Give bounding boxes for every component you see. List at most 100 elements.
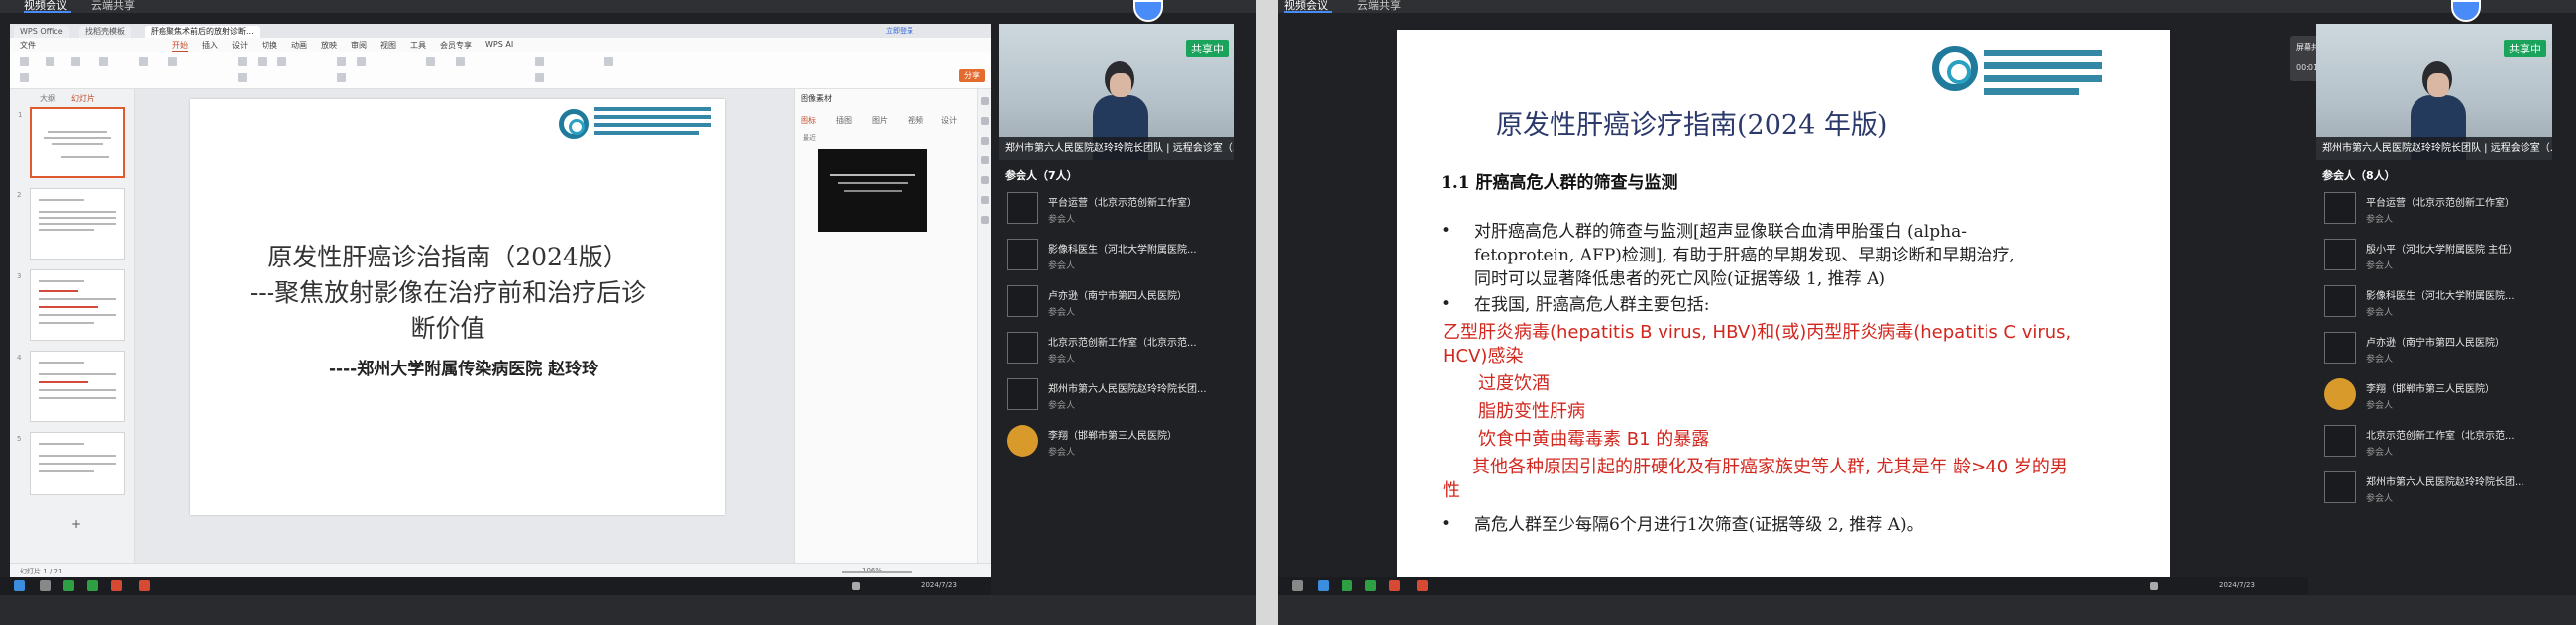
wechat-icon[interactable]: [87, 580, 98, 591]
participant-row[interactable]: 李翔（邯郸市第三人民医院） 参会人: [2316, 372, 2552, 419]
new-icon[interactable]: [20, 57, 29, 66]
slide-thumbnail-4[interactable]: 4: [17, 351, 125, 422]
underline-icon[interactable]: [277, 57, 286, 66]
windows-start-icon[interactable]: [1292, 580, 1303, 591]
format-painter-icon[interactable]: [99, 57, 108, 66]
tab-slides[interactable]: 幻灯片: [71, 93, 95, 104]
new-slide-icon[interactable]: [139, 57, 148, 66]
windows-start-icon[interactable]: [14, 580, 25, 591]
hospital-logo-text: [1984, 50, 2102, 101]
rail-tool-icon[interactable]: [981, 137, 989, 145]
search-icon[interactable]: [40, 580, 51, 591]
participant-row[interactable]: 平台运营（北京示范创新工作室） 参会人: [2316, 186, 2552, 233]
network-icon[interactable]: [852, 582, 860, 590]
wps-ppt-icon[interactable]: [139, 580, 150, 591]
copy-icon[interactable]: [71, 57, 80, 66]
participant-row[interactable]: 卢亦逊（南宁市第四人民医院） 参会人: [2316, 326, 2552, 372]
menu-tools[interactable]: 工具: [410, 40, 426, 51]
undo-icon[interactable]: [20, 73, 29, 82]
rail-tool-icon[interactable]: [981, 196, 989, 204]
arrange-icon[interactable]: [535, 73, 544, 82]
share-status-button[interactable]: [2451, 0, 2481, 22]
sharing-badge: 共享中: [2504, 40, 2546, 57]
menu-view[interactable]: 视图: [380, 40, 396, 51]
slide-thumbnail-3[interactable]: 3: [17, 269, 125, 341]
participant-row[interactable]: 北京示范创新工作室（北京示范... 参会人: [999, 326, 1234, 372]
wps-ppt-icon[interactable]: [1417, 580, 1428, 591]
slide-thumbnail-1[interactable]: 1: [18, 107, 125, 178]
rail-tool-icon[interactable]: [981, 97, 989, 105]
tab-videos[interactable]: 视频: [908, 115, 923, 126]
menu-slideshow[interactable]: 放映: [321, 40, 337, 51]
slide-thumbnail-2[interactable]: 2: [17, 188, 125, 260]
menu-insert[interactable]: 插入: [202, 40, 218, 51]
share-button[interactable]: 分享: [959, 69, 985, 82]
participant-row[interactable]: 郑州市第六人民医院赵玲玲院长团... 参会人: [2316, 466, 2552, 512]
search-icon[interactable]: [1318, 580, 1329, 591]
shape-icon[interactable]: [426, 57, 435, 66]
tab-icons[interactable]: 图标: [801, 115, 816, 126]
slide-thumbnail-5[interactable]: 5: [17, 432, 125, 495]
textbox-icon[interactable]: [535, 57, 544, 66]
tab-design[interactable]: 设计: [941, 115, 957, 126]
login-button[interactable]: 立即登录: [882, 26, 917, 36]
font-color-icon[interactable]: [238, 73, 247, 82]
menu-home[interactable]: 开始: [172, 40, 188, 52]
participant-row[interactable]: 郑州市第六人民医院赵玲玲院长团... 参会人: [999, 372, 1234, 419]
rail-tool-icon[interactable]: [981, 176, 989, 184]
participant-row[interactable]: 北京示范创新工作室（北京示范... 参会人: [2316, 419, 2552, 466]
rail-tool-icon[interactable]: [981, 216, 989, 224]
wps-icon[interactable]: [111, 580, 122, 591]
wps-icon[interactable]: [1389, 580, 1400, 591]
find-icon[interactable]: [604, 57, 613, 66]
wps-tab-document[interactable]: 肝癌聚焦术前后的放射诊断...: [145, 26, 260, 38]
app-icon[interactable]: [1365, 580, 1376, 591]
align-left-icon[interactable]: [337, 57, 346, 66]
wps-tab-home[interactable]: WPS Office: [14, 26, 69, 38]
menu-file[interactable]: 文件: [20, 40, 36, 51]
bold-icon[interactable]: [238, 57, 247, 66]
slide-line: 饮食中黄曲霉毒素 B1 的暴露: [1478, 429, 1710, 450]
picture-icon[interactable]: [456, 57, 465, 66]
menu-transition[interactable]: 切换: [262, 40, 277, 51]
menu-wps-ai[interactable]: WPS AI: [485, 40, 513, 49]
menu-review[interactable]: 审阅: [351, 40, 367, 51]
meeting-bottom-strip: [1278, 595, 2576, 625]
current-slide[interactable]: 原发性肝癌诊治指南（2024版） ---聚焦放射影像在治疗前和治疗后诊 断价值 …: [190, 99, 725, 515]
tab-pictures[interactable]: 图片: [872, 115, 888, 126]
wps-tab-templates[interactable]: 找稻壳模板: [79, 26, 131, 38]
wechat-icon[interactable]: [1342, 580, 1352, 591]
meeting-top-bar: 视频会议 云端共享: [1278, 0, 2576, 13]
layout-icon[interactable]: [168, 57, 177, 66]
rail-tool-icon[interactable]: [981, 156, 989, 164]
menu-animation[interactable]: 动画: [291, 40, 307, 51]
line-spacing-icon[interactable]: [337, 73, 346, 82]
participant-row[interactable]: 殷小平（河北大学附属医院 主任） 参会人: [2316, 233, 2552, 279]
slide-title-line-1: 原发性肝癌诊治指南（2024版）: [268, 243, 628, 271]
participant-count: 参会人（8人）: [2322, 169, 2396, 182]
participant-row[interactable]: 影像科医生（河北大学附属医院... 参会人: [2316, 279, 2552, 326]
menu-design[interactable]: 设计: [232, 40, 248, 51]
share-status-button[interactable]: [1133, 0, 1163, 22]
app-icon[interactable]: [63, 580, 74, 591]
participant-row[interactable]: 平台运营（北京示范创新工作室） 参会人: [999, 186, 1234, 233]
participant-row[interactable]: 卢亦逊（南宁市第四人民医院） 参会人: [999, 279, 1234, 326]
paste-icon[interactable]: [46, 57, 54, 66]
tab-cloud-share[interactable]: 云端共享: [1357, 0, 1401, 13]
tab-cloud-share[interactable]: 云端共享: [91, 0, 135, 13]
network-icon[interactable]: [2150, 582, 2158, 590]
rail-tool-icon[interactable]: [981, 117, 989, 125]
participant-count: 参会人（7人）: [1005, 169, 1078, 182]
avatar: [2324, 425, 2356, 457]
zoom-slider[interactable]: [842, 571, 912, 573]
add-slide-button[interactable]: +: [71, 517, 81, 531]
menu-member[interactable]: 会员专享: [440, 40, 472, 51]
tab-illustrations[interactable]: 插图: [836, 115, 852, 126]
align-center-icon[interactable]: [357, 57, 366, 66]
participant-row[interactable]: 影像科医生（河北大学附属医院... 参会人: [999, 233, 1234, 279]
tab-outline[interactable]: 大纲: [40, 93, 55, 104]
participant-row[interactable]: 李翔（邯郸市第三人民医院） 参会人: [999, 419, 1234, 466]
participant-name: 殷小平（河北大学附属医院 主任）: [2366, 245, 2519, 256]
italic-icon[interactable]: [258, 57, 267, 66]
recent-video-preview[interactable]: [818, 149, 927, 232]
